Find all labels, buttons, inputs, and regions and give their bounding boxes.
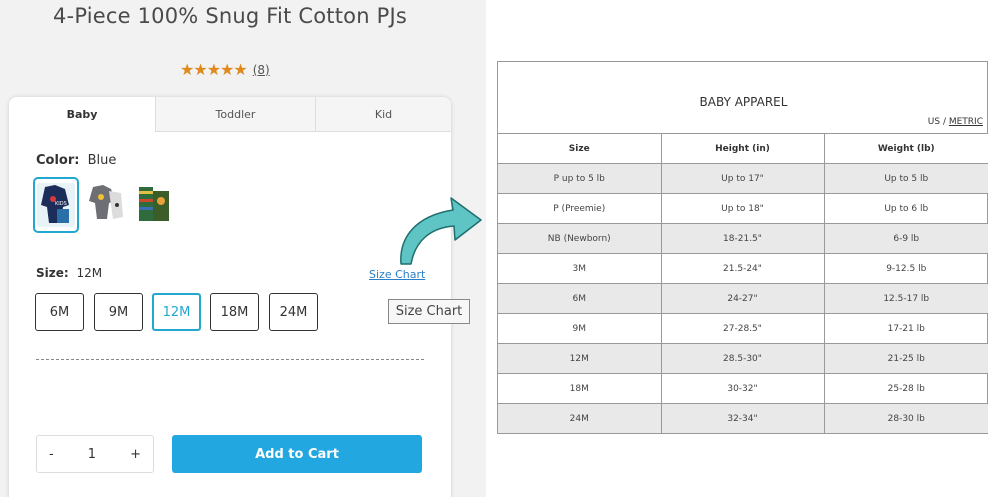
table-row: 3M 21.5-24" 9-12.5 lb	[498, 253, 988, 284]
table-row: 12M 28.5-30" 21-25 lb	[498, 343, 988, 374]
tab-toddler[interactable]: Toddler	[155, 97, 315, 132]
table-cell: 24-27"	[660, 283, 825, 314]
product-title: 4-Piece 100% Snug Fit Cotton PJs	[52, 4, 407, 28]
review-count-link[interactable]: (8)	[253, 63, 270, 77]
table-row: P (Preemie) Up to 18" Up to 6 lb	[498, 193, 988, 224]
table-cell: 27-28.5"	[660, 313, 825, 344]
table-cell: 12.5-17 lb	[823, 283, 988, 314]
table-cell: P (Preemie)	[498, 193, 662, 224]
table-cell: Up to 5 lb	[823, 163, 988, 194]
color-value: Blue	[87, 153, 117, 168]
quantity-increment-button[interactable]: +	[130, 447, 141, 462]
table-cell: 28.5-30"	[660, 343, 825, 374]
svg-text:KIDS: KIDS	[55, 201, 67, 207]
column-header-weight: Weight (lb)	[823, 133, 988, 164]
table-cell: Up to 18"	[660, 193, 825, 224]
table-cell: Up to 6 lb	[823, 193, 988, 224]
color-swatch-blue[interactable]: KIDS	[33, 177, 79, 233]
table-cell: 32-34"	[660, 403, 825, 434]
pajama-thumbnail-icon	[89, 185, 123, 219]
table-cell: 9-12.5 lb	[823, 253, 988, 284]
size-option-24m[interactable]: 24M	[269, 293, 318, 331]
quantity-stepper[interactable]: - 1 +	[36, 435, 154, 473]
table-cell: 25-28 lb	[823, 373, 988, 404]
size-chart-tooltip: Size Chart	[388, 299, 470, 324]
table-cell: 6-9 lb	[823, 223, 988, 254]
size-chart-title: BABY APPAREL	[699, 95, 788, 109]
product-rating[interactable]: ★★★★★ (8)	[180, 60, 270, 79]
size-option-6m[interactable]: 6M	[35, 293, 84, 331]
units-separator: /	[940, 117, 949, 127]
table-cell: 24M	[498, 403, 662, 434]
table-cell: NB (Newborn)	[498, 223, 662, 254]
star-rating-icon: ★★★★★	[180, 60, 248, 79]
table-row: P up to 5 lb Up to 17" Up to 5 lb	[498, 163, 988, 194]
units-us[interactable]: US	[928, 117, 940, 127]
table-cell: 21.5-24"	[660, 253, 825, 284]
color-swatch-gray[interactable]	[85, 177, 131, 233]
table-row: 18M 30-32" 25-28 lb	[498, 373, 988, 404]
size-option-9m[interactable]: 9M	[94, 293, 143, 331]
column-header-height: Height (in)	[660, 133, 825, 164]
size-value: 12M	[76, 266, 103, 280]
table-cell: 30-32"	[660, 373, 825, 404]
table-cell: 6M	[498, 283, 662, 314]
table-row: 9M 27-28.5" 17-21 lb	[498, 313, 988, 344]
color-swatch-stripe[interactable]	[133, 177, 179, 233]
table-cell: 12M	[498, 343, 662, 374]
column-header-size: Size	[498, 133, 662, 164]
table-cell: 21-25 lb	[823, 343, 988, 374]
size-label: Size:	[36, 266, 69, 280]
add-to-cart-button[interactable]: Add to Cart	[172, 435, 422, 473]
table-cell: Up to 17"	[660, 163, 825, 194]
table-cell: 18M	[498, 373, 662, 404]
color-label: Color:	[36, 153, 80, 168]
size-chart-link[interactable]: Size Chart	[369, 268, 425, 281]
section-divider	[36, 359, 424, 360]
size-chart-panel: BABY APPAREL US / METRIC Size Height (in…	[497, 61, 988, 434]
table-row: NB (Newborn) 18-21.5" 6-9 lb	[498, 223, 988, 254]
table-cell: 17-21 lb	[823, 313, 988, 344]
pajama-thumbnail-icon	[139, 187, 169, 221]
units-metric-link[interactable]: METRIC	[949, 117, 983, 127]
table-cell: P up to 5 lb	[498, 163, 662, 194]
curved-arrow-icon	[400, 197, 482, 265]
age-group-tabs: Baby Toddler Kid	[9, 97, 451, 132]
tab-kid[interactable]: Kid	[315, 97, 451, 132]
table-row: 24M 32-34" 28-30 lb	[498, 403, 988, 434]
table-cell: 9M	[498, 313, 662, 344]
product-options-card: Baby Toddler Kid Color: Blue KIDS Size: …	[9, 97, 451, 497]
quantity-decrement-button[interactable]: -	[49, 447, 54, 462]
pajama-thumbnail-icon: KIDS	[37, 183, 75, 227]
units-toggle: US / METRIC	[928, 117, 983, 127]
table-cell: 18-21.5"	[660, 223, 825, 254]
size-option-18m[interactable]: 18M	[210, 293, 259, 331]
size-selection: Size: 12M	[36, 266, 102, 280]
size-chart-table: Size Height (in) Weight (lb) P up to 5 l…	[498, 133, 988, 434]
size-option-12m[interactable]: 12M	[152, 293, 201, 331]
quantity-value[interactable]: 1	[88, 447, 96, 462]
tab-baby[interactable]: Baby	[9, 97, 155, 132]
table-cell: 28-30 lb	[823, 403, 988, 434]
table-cell: 3M	[498, 253, 662, 284]
color-selection: Color: Blue	[36, 153, 116, 168]
table-row: 6M 24-27" 12.5-17 lb	[498, 283, 988, 314]
